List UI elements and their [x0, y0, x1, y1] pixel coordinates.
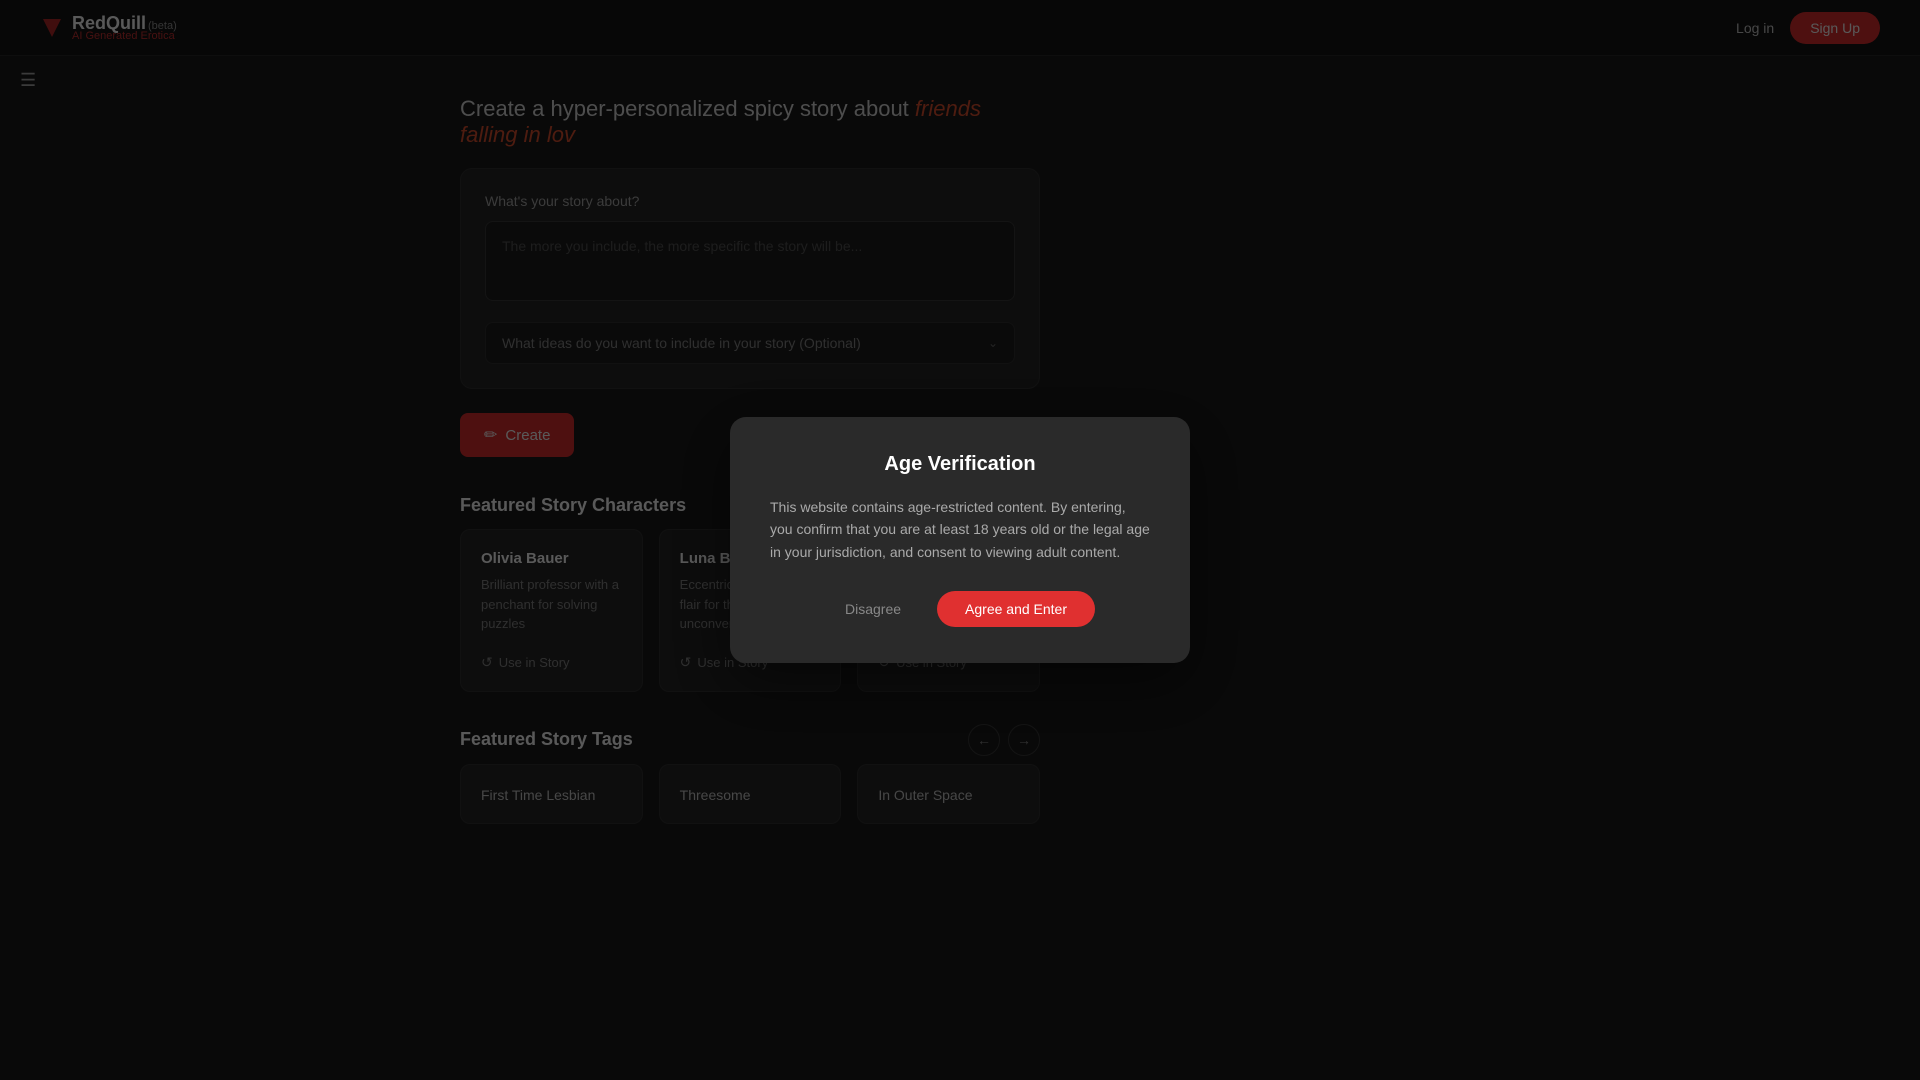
modal-overlay: Age Verification This website contains a…: [0, 0, 1920, 1080]
disagree-button[interactable]: Disagree: [825, 591, 921, 627]
modal-title: Age Verification: [770, 453, 1150, 476]
age-verification-modal: Age Verification This website contains a…: [730, 417, 1190, 663]
agree-button[interactable]: Agree and Enter: [937, 591, 1095, 627]
modal-body: This website contains age-restricted con…: [770, 496, 1150, 563]
modal-buttons: Disagree Agree and Enter: [770, 591, 1150, 627]
